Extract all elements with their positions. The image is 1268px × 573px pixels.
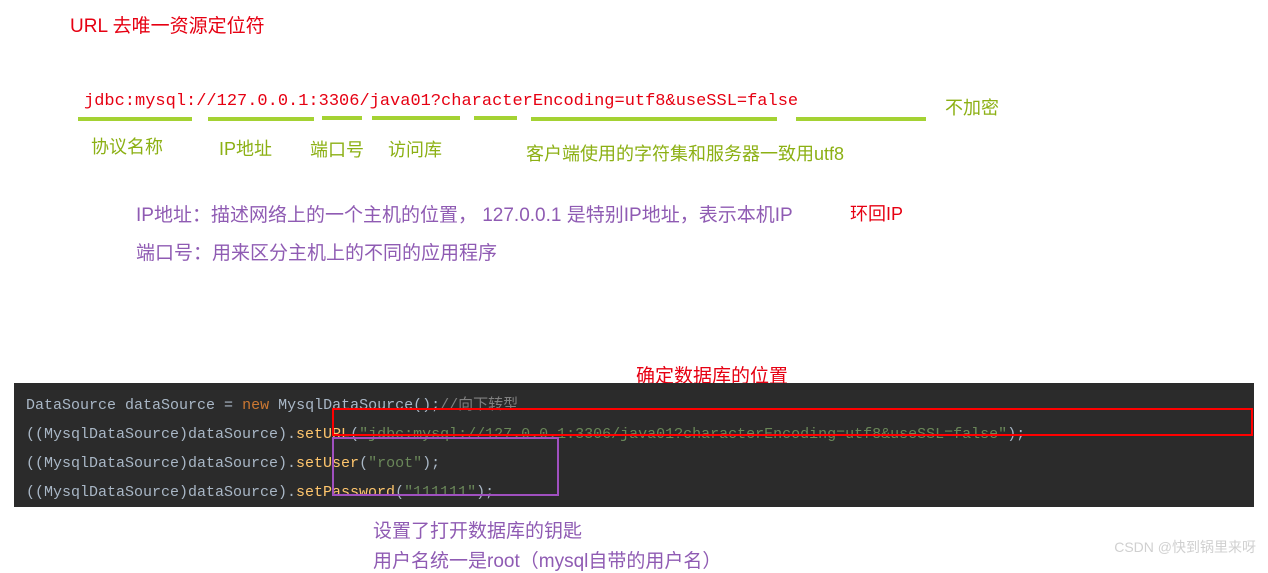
underline-ip bbox=[208, 117, 314, 121]
code-line-3: ((MysqlDataSource)dataSource).setUser("r… bbox=[26, 449, 1242, 478]
open-paren: ( bbox=[395, 484, 404, 501]
close-paren: ); bbox=[476, 484, 494, 501]
port-explanation: 端口号：用来区分主机上的不同的应用程序 bbox=[136, 238, 497, 265]
var-decl: dataSource = bbox=[125, 397, 242, 414]
key-annotation-2: 用户名统一是root（mysql自带的用户名） bbox=[373, 546, 721, 573]
code-line-4: ((MysqlDataSource)dataSource).setPasswor… bbox=[26, 478, 1242, 507]
jdbc-url-string: jdbc:mysql://127.0.0.1:3306/java01?chara… bbox=[84, 92, 798, 111]
keyword-new: new bbox=[242, 397, 278, 414]
open-paren: ( bbox=[350, 426, 359, 443]
label-protocol: 协议名称 bbox=[91, 133, 163, 159]
cast-expr: ((MysqlDataSource)dataSource). bbox=[26, 455, 296, 472]
fn-setuser: setUser bbox=[296, 455, 359, 472]
label-charset: 客户端使用的字符集和服务器一致用utf8 bbox=[526, 140, 844, 166]
label-ip: IP地址 bbox=[219, 135, 272, 161]
str-password: "111111" bbox=[404, 484, 476, 501]
close-paren: ); bbox=[422, 455, 440, 472]
label-port: 端口号 bbox=[310, 136, 364, 162]
type-datasource: DataSource bbox=[26, 397, 125, 414]
title-heading: URL 去唯一资源定位符 bbox=[70, 11, 265, 38]
str-url: "jdbc:mysql://127.0.0.1:3306/java01?char… bbox=[359, 426, 1007, 443]
underline-db2 bbox=[474, 116, 517, 120]
underline-ssl bbox=[796, 117, 926, 121]
cast-expr: ((MysqlDataSource)dataSource). bbox=[26, 484, 296, 501]
open-paren: ( bbox=[359, 455, 368, 472]
type-mysqlds: MysqlDataSource bbox=[278, 397, 413, 414]
watermark: CSDN @快到锅里来呀 bbox=[1114, 537, 1256, 557]
underline-db bbox=[372, 116, 460, 120]
code-line-1: DataSource dataSource = new MysqlDataSou… bbox=[26, 391, 1242, 420]
loop-ip-label: 环回IP bbox=[850, 200, 903, 226]
key-annotation-1: 设置了打开数据库的钥匙 bbox=[373, 516, 582, 543]
underline-charset bbox=[531, 117, 777, 121]
label-ssl: 不加密 bbox=[945, 94, 999, 120]
code-block: DataSource dataSource = new MysqlDataSou… bbox=[14, 383, 1254, 507]
close-paren: ); bbox=[1007, 426, 1025, 443]
fn-setpassword: setPassword bbox=[296, 484, 395, 501]
ip-explanation: IP地址：描述网络上的一个主机的位置， 127.0.0.1 是特别IP地址，表示… bbox=[136, 200, 793, 227]
str-user: "root" bbox=[368, 455, 422, 472]
paren-semi: (); bbox=[413, 397, 440, 414]
comment-downcast: //向下转型 bbox=[440, 397, 518, 414]
fn-seturl: setURL bbox=[296, 426, 350, 443]
underline-port bbox=[322, 116, 362, 120]
code-line-2: ((MysqlDataSource)dataSource).setURL("jd… bbox=[26, 420, 1242, 449]
underline-protocol bbox=[78, 117, 192, 121]
label-db: 访问库 bbox=[388, 136, 442, 162]
cast-expr: ((MysqlDataSource)dataSource). bbox=[26, 426, 296, 443]
